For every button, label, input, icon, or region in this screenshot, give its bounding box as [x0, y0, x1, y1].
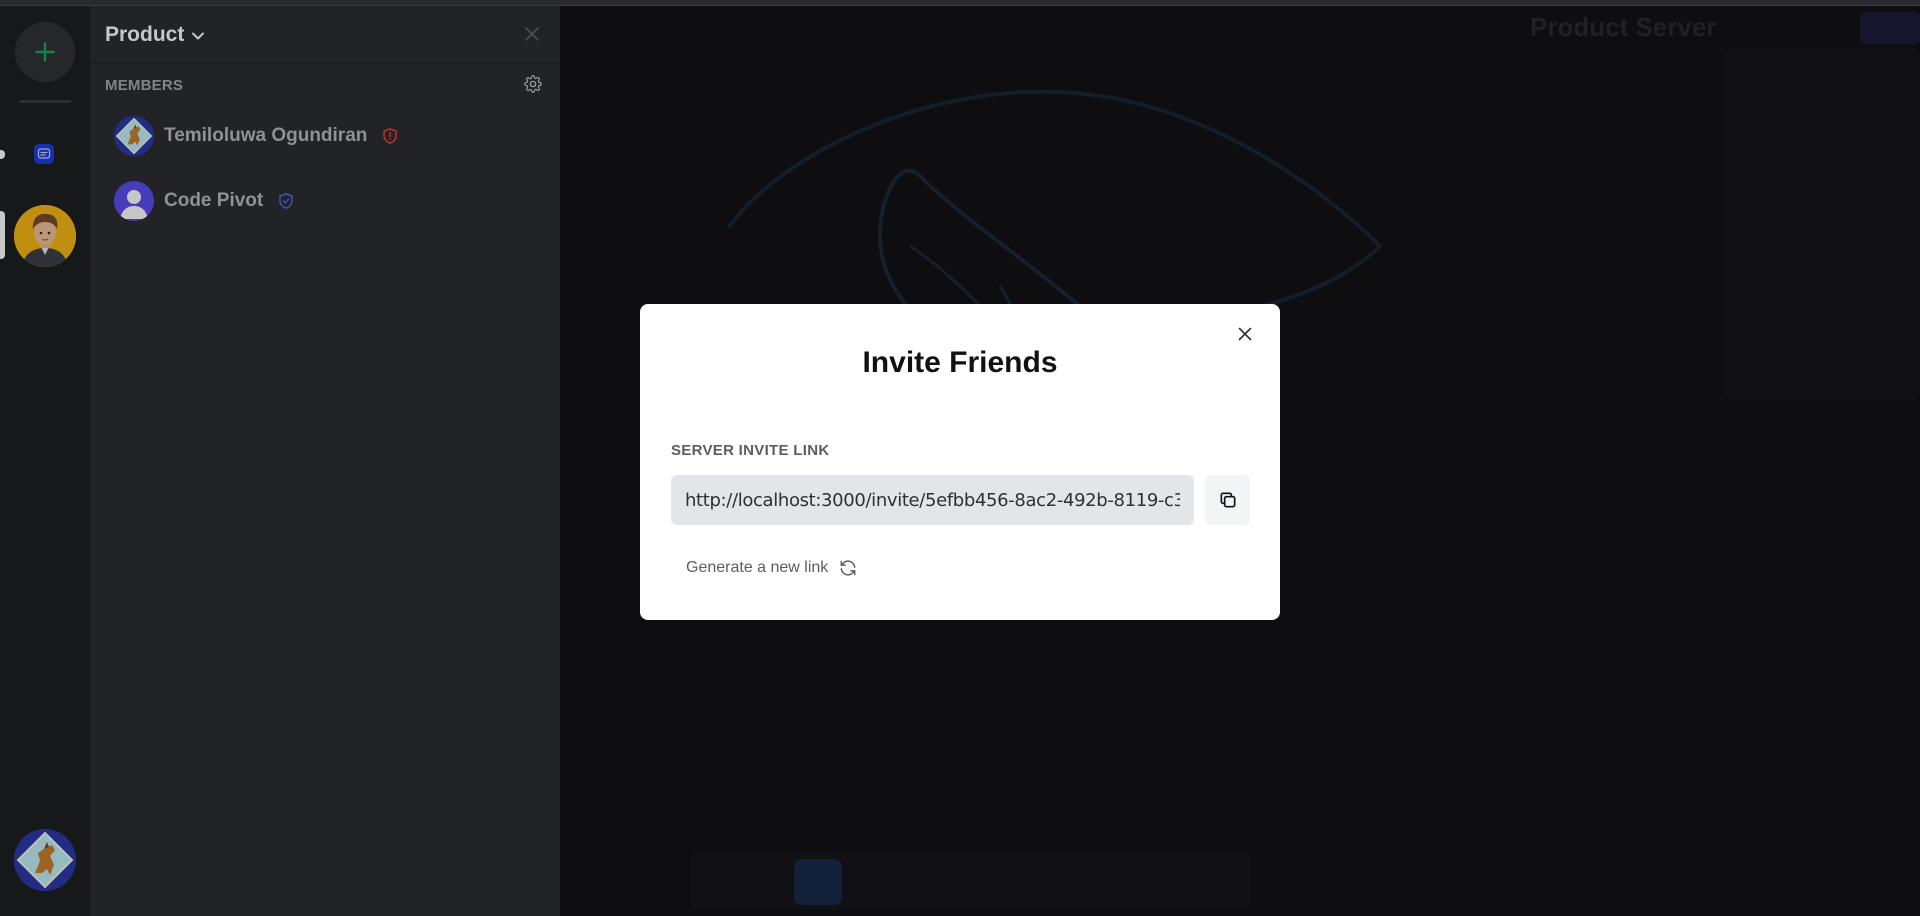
- close-icon[interactable]: [1237, 326, 1253, 342]
- copy-icon: [1220, 492, 1235, 508]
- modal-title: Invite Friends: [862, 346, 1058, 379]
- generate-new-link-label: Generate a new link: [686, 559, 829, 576]
- copy-link-button[interactable]: [1205, 475, 1250, 525]
- window-top-bar: [0, 0, 1920, 6]
- invite-link-input[interactable]: [671, 475, 1194, 525]
- generate-new-link-button[interactable]: Generate a new link: [686, 556, 858, 580]
- invite-modal: Invite Friends SERVER INVITE LINK Genera…: [640, 304, 1280, 620]
- invite-link-label: SERVER INVITE LINK: [671, 442, 830, 459]
- refresh-icon: [838, 558, 858, 578]
